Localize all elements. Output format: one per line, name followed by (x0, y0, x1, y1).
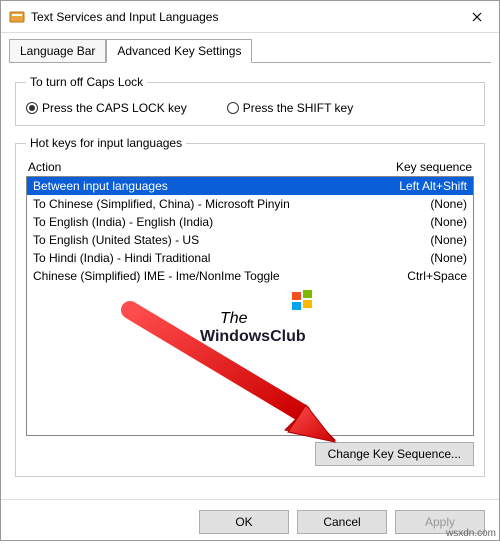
hotkeys-list[interactable]: Between input languages Left Alt+Shift To … (26, 176, 474, 436)
list-item[interactable]: To English (United States) - US (None) (27, 231, 473, 249)
list-item[interactable]: Between input languages Left Alt+Shift (27, 177, 473, 195)
hotkeys-group: Hot keys for input languages Action Key … (15, 136, 485, 477)
window-title: Text Services and Input Languages (31, 10, 454, 24)
titlebar: Text Services and Input Languages (1, 1, 499, 33)
radio-label: Press the SHIFT key (243, 101, 353, 115)
list-item-keysequence: (None) (430, 215, 467, 229)
list-item[interactable]: Chinese (Simplified) IME - Ime/NonIme To… (27, 267, 473, 285)
radio-label: Press the CAPS LOCK key (42, 101, 187, 115)
list-item[interactable]: To Hindi (India) - Hindi Traditional (Non… (27, 249, 473, 267)
tab-strip: Language Bar Advanced Key Settings (1, 33, 499, 63)
column-action: Action (28, 160, 61, 174)
list-item-action: To English (India) - English (India) (33, 215, 213, 229)
app-icon (9, 9, 25, 25)
list-item[interactable]: To Chinese (Simplified, China) - Microso… (27, 195, 473, 213)
ok-button[interactable]: OK (199, 510, 289, 534)
radio-icon (26, 102, 38, 114)
list-item-keysequence: Ctrl+Space (407, 269, 467, 283)
cancel-button[interactable]: Cancel (297, 510, 387, 534)
caps-lock-group: To turn off Caps Lock Press the CAPS LOC… (15, 75, 485, 126)
dialog-window: Text Services and Input Languages Langua… (0, 0, 500, 541)
list-item[interactable]: To English (India) - English (India) (Non… (27, 213, 473, 231)
column-keysequence: Key sequence (396, 160, 472, 174)
radio-icon (227, 102, 239, 114)
list-item-keysequence: (None) (430, 233, 467, 247)
list-item-action: To Hindi (India) - Hindi Traditional (33, 251, 210, 265)
change-key-sequence-button[interactable]: Change Key Sequence... (315, 442, 474, 466)
list-item-action: Between input languages (33, 179, 168, 193)
list-item-action: To English (United States) - US (33, 233, 199, 247)
caps-lock-legend: To turn off Caps Lock (26, 75, 147, 89)
close-button[interactable] (454, 1, 499, 33)
hotkeys-legend: Hot keys for input languages (26, 136, 186, 150)
list-header: Action Key sequence (26, 158, 474, 176)
list-item-action: To Chinese (Simplified, China) - Microso… (33, 197, 290, 211)
dialog-buttons: OK Cancel Apply (1, 499, 499, 544)
apply-button[interactable]: Apply (395, 510, 485, 534)
list-item-keysequence: (None) (430, 197, 467, 211)
tab-content: To turn off Caps Lock Press the CAPS LOC… (1, 63, 499, 499)
tab-language-bar[interactable]: Language Bar (9, 39, 106, 63)
tab-advanced-key-settings[interactable]: Advanced Key Settings (106, 39, 252, 63)
list-item-keysequence: (None) (430, 251, 467, 265)
radio-press-shift[interactable]: Press the SHIFT key (227, 101, 353, 115)
list-item-action: Chinese (Simplified) IME - Ime/NonIme To… (33, 269, 280, 283)
radio-press-capslock[interactable]: Press the CAPS LOCK key (26, 101, 187, 115)
list-item-keysequence: Left Alt+Shift (399, 179, 467, 193)
